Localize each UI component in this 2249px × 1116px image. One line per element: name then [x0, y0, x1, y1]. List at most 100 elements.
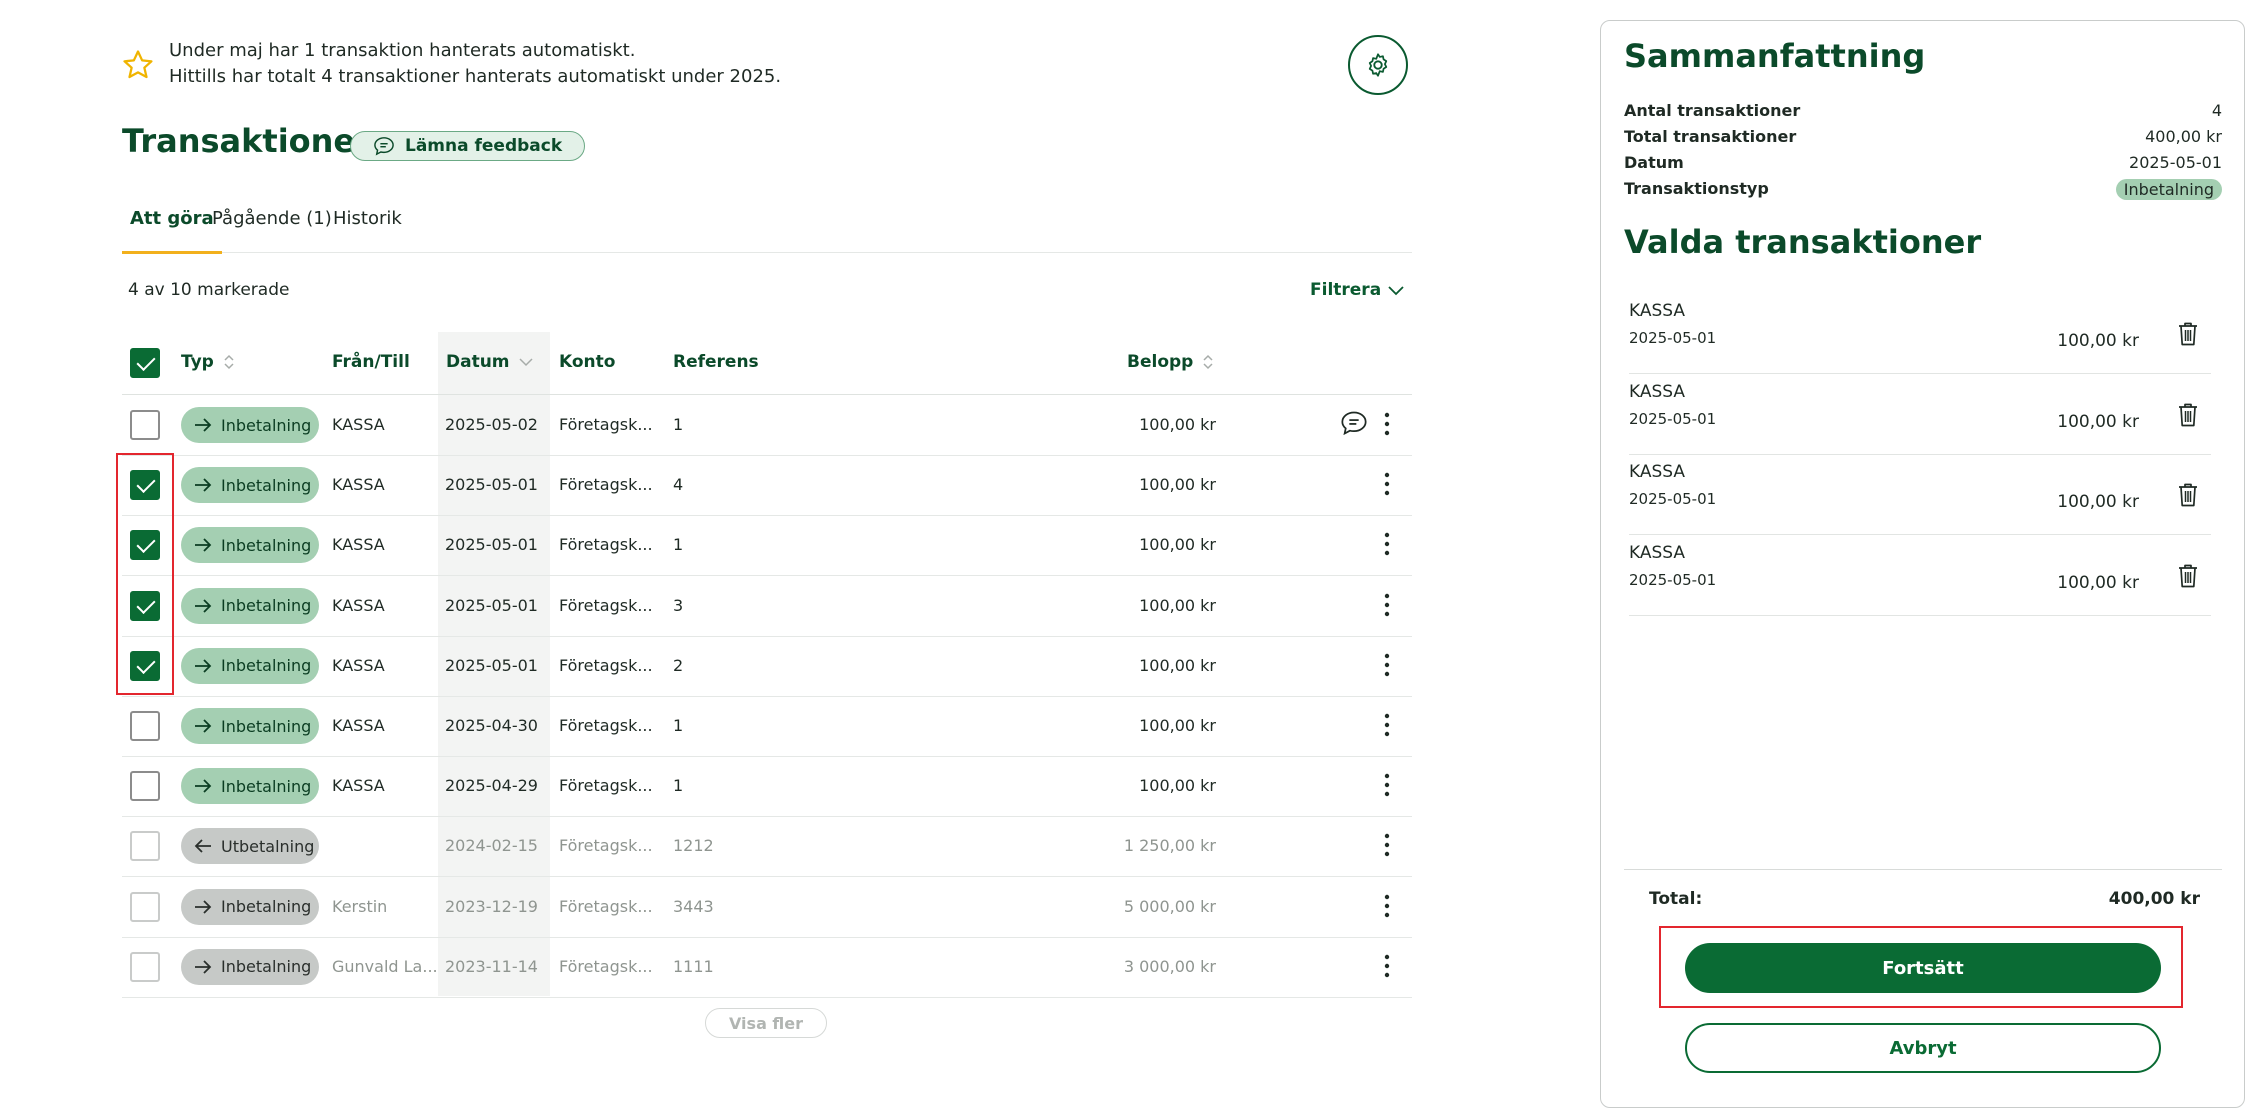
- row-checkbox[interactable]: [130, 831, 160, 862]
- summary-row-type: Transaktionstyp Inbetalning: [1624, 179, 2222, 205]
- total-label: Total:: [1649, 889, 1703, 909]
- amount-cell: 100,00 kr: [1139, 595, 1216, 615]
- arrow-right-icon: [195, 538, 212, 553]
- type-pill: Utbetalning: [181, 828, 319, 865]
- summary-title: Sammanfattning: [1624, 37, 1926, 75]
- cancel-button[interactable]: Avbryt: [1685, 1023, 2161, 1073]
- kebab-icon[interactable]: [1384, 471, 1390, 497]
- kebab-icon[interactable]: [1384, 712, 1390, 738]
- from-to-cell: KASSA: [332, 475, 385, 495]
- sort-icon: [1203, 354, 1213, 370]
- arrow-right-icon: [195, 779, 212, 793]
- type-pill: Inbetalning: [181, 467, 319, 504]
- account-cell: Företagsk...: [559, 415, 653, 434]
- reference-cell: 1111: [673, 956, 714, 976]
- total-value: 400,00 kr: [2108, 889, 2200, 909]
- continue-button[interactable]: Fortsätt: [1685, 943, 2161, 993]
- kebab-icon[interactable]: [1384, 893, 1390, 919]
- chevron-down-icon: [1388, 286, 1404, 296]
- trash-icon[interactable]: [2177, 563, 2199, 589]
- type-label: Inbetalning: [221, 596, 312, 616]
- selected-amount: 100,00 kr: [2057, 572, 2139, 593]
- comment-icon[interactable]: [1340, 410, 1368, 436]
- arrow-right-icon: [195, 960, 212, 974]
- header-datum-label: Datum: [446, 352, 510, 372]
- amount-cell: 100,00 kr: [1139, 475, 1216, 495]
- selected-name: KASSA: [1629, 381, 1686, 402]
- tab-pagaende[interactable]: Pågående (1): [204, 208, 340, 251]
- kebab-icon[interactable]: [1384, 531, 1390, 557]
- settings-button[interactable]: [1348, 35, 1408, 95]
- arrow-right-icon: [195, 899, 212, 914]
- reference-cell: 1212: [673, 836, 714, 856]
- select-all-checkbox[interactable]: [130, 348, 160, 378]
- amount-cell: 100,00 kr: [1139, 776, 1216, 796]
- kebab-icon[interactable]: [1384, 592, 1390, 618]
- row-checkbox[interactable]: [130, 711, 160, 741]
- kebab-icon[interactable]: [1384, 832, 1390, 858]
- table-row[interactable]: Inbetalning KASSA 2025-05-01 Företagsk... 2 1…: [122, 636, 1412, 697]
- table-row[interactable]: Inbetalning KASSA 2025-05-02 Företagsk... 1 1…: [122, 395, 1412, 456]
- type-label: Inbetalning: [221, 415, 312, 435]
- selected-date: 2025-05-01: [1629, 409, 1717, 428]
- highlight-selected-checkboxes: [116, 453, 174, 695]
- type-pill: Inbetalning: [181, 768, 319, 805]
- list-item: KASSA 2025-05-01 100,00 kr: [1629, 374, 2211, 455]
- table-row[interactable]: Inbetalning KASSA 2025-05-01 Företagsk... 3 1…: [122, 576, 1412, 637]
- header-typ[interactable]: Typ: [181, 352, 236, 372]
- header-typ-label: Typ: [181, 352, 214, 372]
- table-row[interactable]: Inbetalning Kerstin 2023-12-19 Företagsk...…: [122, 877, 1412, 938]
- row-checkbox[interactable]: [130, 410, 160, 440]
- table-header: Typ Från/Till Datum Konto Referens Belop…: [122, 332, 1412, 395]
- reference-cell: 4: [673, 475, 684, 495]
- kebab-icon[interactable]: [1384, 652, 1390, 678]
- account-cell: Företagsk...: [559, 475, 653, 495]
- header-belopp[interactable]: Belopp: [1127, 352, 1215, 372]
- header-fran-till: Från/Till: [332, 352, 410, 372]
- amount-cell: 100,00 kr: [1139, 415, 1216, 434]
- account-cell: Företagsk...: [559, 716, 653, 735]
- feedback-button[interactable]: Lämna feedback: [350, 131, 586, 161]
- reference-cell: 2: [673, 655, 684, 675]
- list-item: KASSA 2025-05-01 100,00 kr: [1629, 535, 2211, 616]
- trash-icon[interactable]: [2177, 482, 2199, 508]
- show-more-button[interactable]: Visa fler: [705, 1008, 827, 1038]
- filter-button[interactable]: Filtrera: [1310, 280, 1405, 300]
- selected-title: Valda transaktioner: [1624, 223, 1982, 261]
- reference-cell: 1: [673, 535, 684, 555]
- trash-icon[interactable]: [2177, 402, 2199, 428]
- account-cell: Företagsk...: [559, 896, 653, 916]
- summary-row-date: Datum 2025-05-01: [1624, 153, 2222, 179]
- table-row[interactable]: Inbetalning KASSA 2025-05-01 Företagsk... 1 1…: [122, 515, 1412, 577]
- summary-panel: Sammanfattning Antal transaktioner 4 Tot…: [1600, 20, 2245, 1108]
- table-row[interactable]: Inbetalning Gunvald La... 2023-11-14 Företa…: [122, 937, 1412, 998]
- row-checkbox[interactable]: [130, 771, 160, 802]
- account-cell: Företagsk...: [559, 535, 653, 555]
- table-row[interactable]: Inbetalning KASSA 2025-04-29 Företagsk... 1 1…: [122, 756, 1412, 818]
- row-checkbox[interactable]: [130, 891, 160, 922]
- tab-historik[interactable]: Historik: [325, 208, 410, 251]
- type-label: Inbetalning: [221, 716, 312, 736]
- amount-cell: 1 250,00 kr: [1123, 836, 1216, 856]
- summary-label: Total transaktioner: [1624, 127, 1797, 146]
- row-checkbox[interactable]: [130, 951, 160, 982]
- trash-icon[interactable]: [2177, 321, 2199, 347]
- summary-label: Datum: [1624, 153, 1684, 172]
- kebab-icon[interactable]: [1384, 772, 1390, 798]
- type-pill: Inbetalning: [181, 708, 319, 744]
- amount-cell: 5 000,00 kr: [1123, 896, 1216, 916]
- summary-value: 4: [2211, 101, 2222, 120]
- arrow-right-icon: [195, 719, 212, 733]
- summary-value: 400,00 kr: [2145, 127, 2222, 146]
- table-row[interactable]: Inbetalning KASSA 2025-05-01 Företagsk... 4 1…: [122, 455, 1412, 517]
- type-pill: Inbetalning: [181, 647, 319, 684]
- type-pill: Inbetalning: [181, 407, 319, 443]
- header-datum[interactable]: Datum: [446, 352, 534, 372]
- date-cell: 2025-05-01: [445, 475, 538, 495]
- kebab-icon[interactable]: [1384, 953, 1390, 979]
- table-row[interactable]: Utbetalning 2024-02-15 Företagsk... 1212 1 2…: [122, 816, 1412, 878]
- table-row[interactable]: Inbetalning KASSA 2025-04-30 Företagsk... 1 1…: [122, 696, 1412, 757]
- amount-cell: 100,00 kr: [1139, 535, 1216, 555]
- date-cell: 2023-11-14: [445, 956, 538, 976]
- kebab-icon[interactable]: [1384, 411, 1390, 437]
